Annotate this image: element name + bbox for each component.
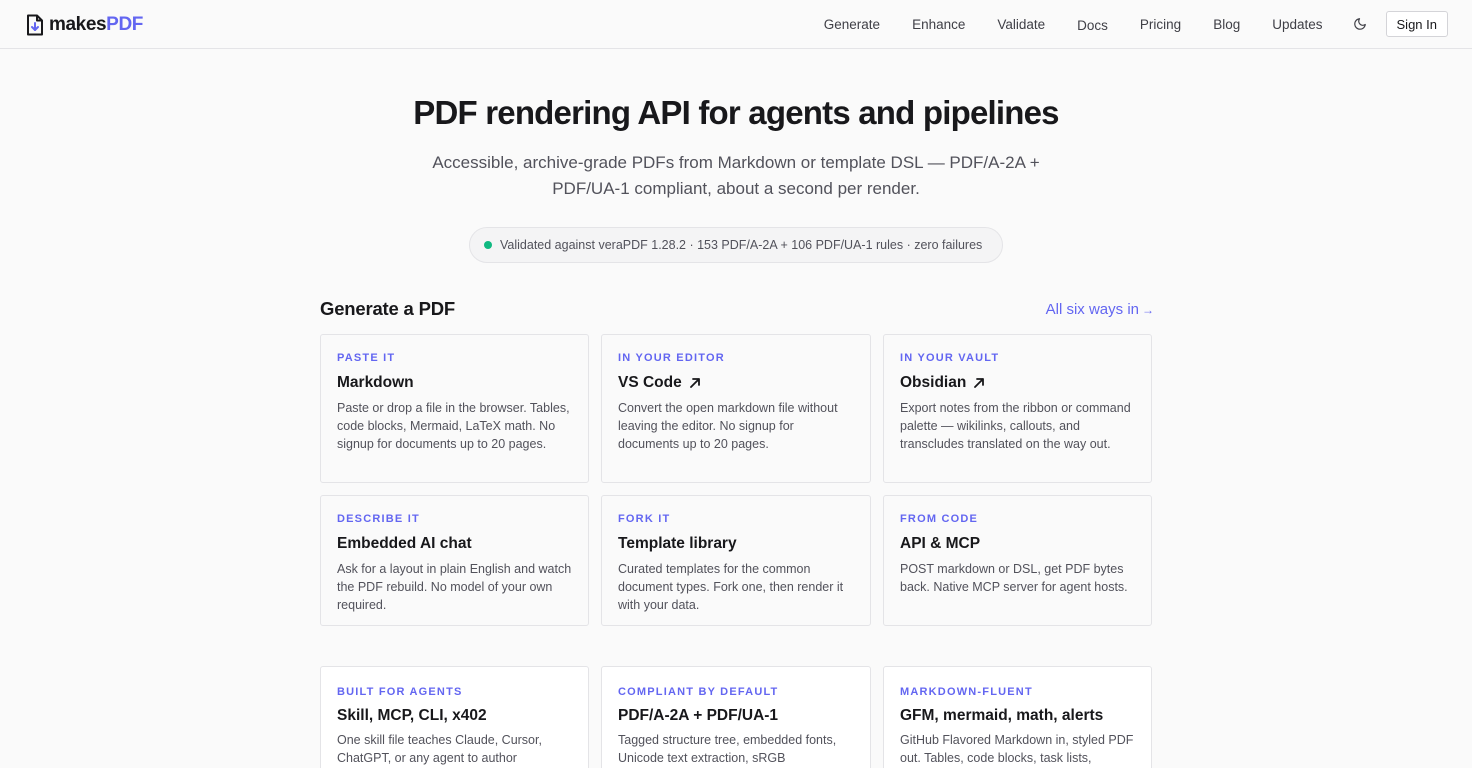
card-title-text: Obsidian [900, 374, 967, 391]
feature-card-markdown: Markdown-fluent GFM, mermaid, math, aler… [883, 666, 1152, 768]
card-template-library[interactable]: Fork it Template library Curated templat… [601, 495, 871, 626]
card-title: API & MCP [900, 534, 1135, 554]
card-ai-chat[interactable]: Describe it Embedded AI chat Ask for a l… [320, 495, 589, 626]
nav-updates[interactable]: Updates [1272, 17, 1322, 32]
logo-text: makesPDF [49, 14, 143, 36]
card-obsidian[interactable]: In your vault Obsidian Export notes from… [883, 334, 1152, 483]
feature-card-agents: Built for agents Skill, MCP, CLI, x402 O… [320, 666, 589, 768]
nav-docs[interactable]: Docs [1077, 18, 1108, 33]
card-kicker: Compliant by default [618, 686, 779, 698]
sign-in-button[interactable]: Sign In [1385, 11, 1448, 37]
theme-toggle-button[interactable] [1351, 15, 1369, 33]
main-nav: Generate Enhance Validate Docs Pricing B… [824, 0, 1472, 48]
card-description: Export notes from the ribbon or command … [900, 401, 1131, 451]
card-title-text: VS Code [618, 374, 682, 391]
logo-accent: PDF [106, 14, 143, 35]
card-title: Template library [618, 534, 854, 554]
card-markdown[interactable]: Paste it Markdown Paste or drop a file i… [320, 334, 589, 483]
card-title: Obsidian [900, 373, 1135, 393]
card-kicker: Paste it [337, 352, 396, 364]
validation-badge: Validated against veraPDF 1.28.2 · 153 P… [469, 227, 1003, 263]
card-description: GitHub Flavored Markdown in, styled PDF … [900, 733, 1134, 765]
card-kicker: Describe it [337, 513, 420, 525]
card-description: Tagged structure tree, embedded fonts, U… [618, 733, 837, 765]
document-download-icon [27, 14, 43, 36]
card-kicker: Fork it [618, 513, 671, 525]
nav-blog[interactable]: Blog [1213, 17, 1240, 32]
card-kicker: In your editor [618, 352, 725, 364]
card-description: One skill file teaches Claude, Cursor, C… [337, 733, 542, 765]
logo[interactable]: makesPDF [26, 13, 143, 37]
card-title: VS Code [618, 373, 854, 393]
card-title-text: Template library [618, 535, 737, 552]
status-dot-icon [484, 241, 492, 249]
arrow-right-icon: → [1142, 302, 1154, 317]
card-title: GFM, mermaid, math, alerts [900, 707, 1104, 724]
hero-subtitle: Accessible, archive-grade PDFs from Mark… [432, 153, 1040, 198]
card-kicker: From code [900, 513, 979, 525]
feature-cards-grid: Built for agents Skill, MCP, CLI, x402 O… [320, 666, 1152, 768]
nav-enhance[interactable]: Enhance [912, 17, 965, 32]
card-description: Ask for a layout in plain English and wa… [337, 562, 572, 612]
card-kicker: In your vault [900, 352, 1000, 364]
nav-generate[interactable]: Generate [824, 17, 880, 32]
card-kicker: Markdown-fluent [900, 686, 1033, 698]
card-description: Curated templates for the common documen… [618, 562, 844, 612]
card-title-text: Embedded AI chat [337, 535, 472, 552]
generate-section-title: Generate a PDF [320, 298, 455, 319]
all-ways-link[interactable]: All six ways in → [1046, 301, 1154, 318]
top-navbar: makesPDF Generate Enhance Validate Docs … [0, 0, 1472, 49]
card-kicker: Built for agents [337, 686, 463, 698]
card-vscode[interactable]: In your editor VS Code Convert the open … [601, 334, 871, 483]
card-api-mcp[interactable]: From code API & MCP POST markdown or DSL… [883, 495, 1152, 626]
card-title: PDF/A-2A + PDF/UA-1 [618, 707, 779, 724]
generate-cards-grid: Paste it Markdown Paste or drop a file i… [320, 334, 1152, 626]
card-description: POST markdown or DSL, get PDF bytes back… [900, 562, 1128, 594]
all-ways-link-label: All six ways in [1045, 301, 1139, 318]
logo-prefix: makes [49, 14, 107, 35]
moon-icon [1353, 18, 1366, 30]
card-description: Paste or drop a file in the browser. Tab… [337, 401, 570, 451]
card-title: Markdown [337, 373, 572, 393]
nav-validate[interactable]: Validate [997, 17, 1045, 32]
card-title: Skill, MCP, CLI, x402 [337, 707, 487, 724]
validation-badge-text: Validated against veraPDF 1.28.2 · 153 P… [500, 238, 983, 252]
nav-pricing[interactable]: Pricing [1140, 17, 1181, 32]
feature-card-compliance: Compliant by default PDF/A-2A + PDF/UA-1… [601, 666, 871, 768]
page-title: PDF rendering API for agents and pipelin… [413, 94, 1059, 131]
card-title: Embedded AI chat [337, 534, 572, 554]
external-link-icon [974, 378, 985, 388]
card-description: Convert the open markdown file without l… [618, 401, 838, 451]
external-link-icon [689, 378, 700, 388]
card-title-text: Markdown [337, 374, 414, 391]
card-title-text: API & MCP [900, 535, 981, 552]
